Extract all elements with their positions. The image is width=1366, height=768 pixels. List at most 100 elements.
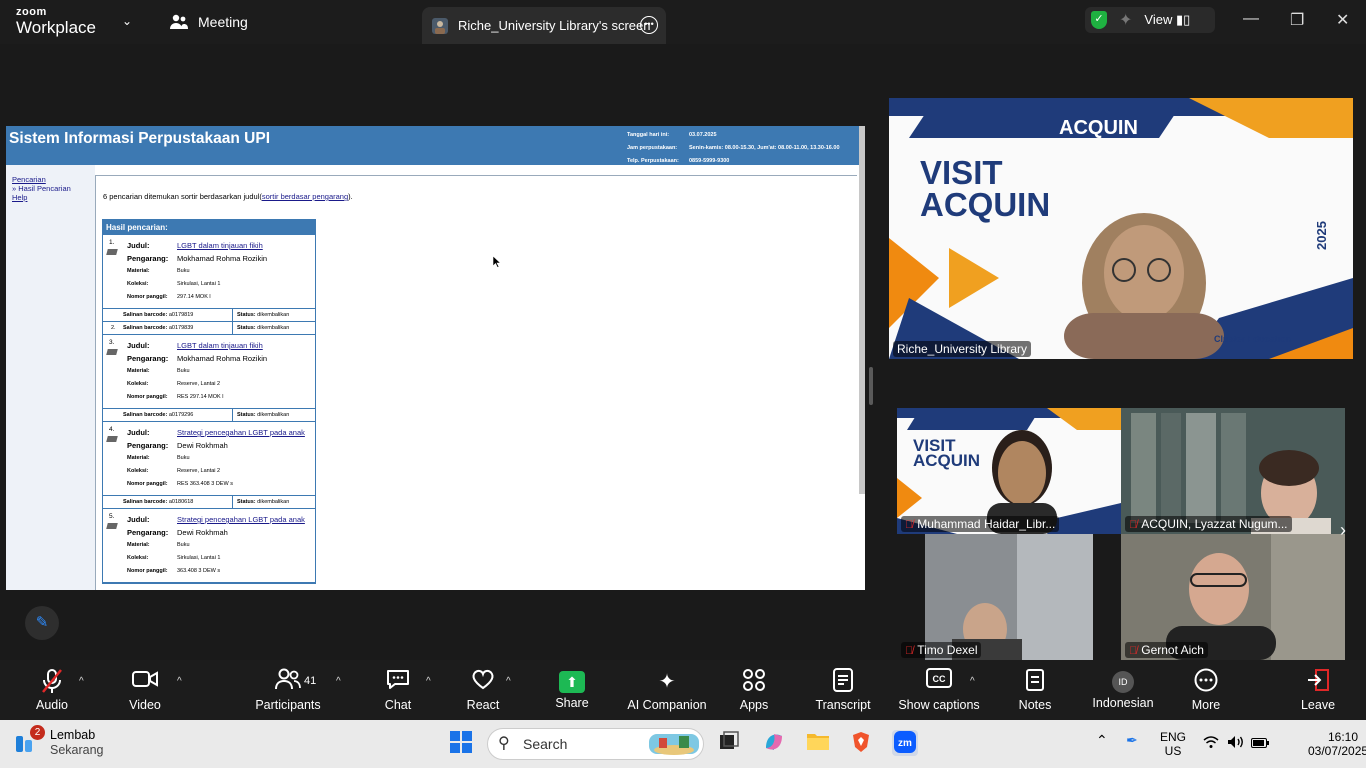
copy-row: Salinan barcode: a0180618 Status: dikemba… — [103, 496, 315, 509]
camera-icon — [124, 668, 166, 696]
ai-sparkle-icon[interactable]: ✦ — [1119, 10, 1132, 30]
results-summary: 6 pencarian ditemukan sortir berdasarkan… — [103, 192, 353, 201]
meeting-tab-label: Meeting — [198, 14, 248, 30]
brand-workplace: Workplace — [16, 18, 96, 37]
label-nomor: Nomor panggil: — [127, 481, 168, 487]
more-button[interactable]: More — [1188, 668, 1224, 712]
input-language-indicator[interactable]: ENG US — [1160, 730, 1186, 758]
pen-menu-icon[interactable]: ✒ — [1126, 733, 1138, 747]
more-options-icon[interactable]: ••• — [640, 16, 658, 34]
language-badge: ID — [1112, 671, 1134, 693]
participant-video-tile[interactable]: 🎙̸ ACQUIN, Lyazzat Nugum... — [1121, 408, 1345, 534]
share-button[interactable]: ⬆ Share — [552, 668, 592, 710]
chat-label: Chat — [384, 698, 412, 712]
audio-button[interactable]: Audio — [30, 668, 74, 712]
speaker-video-tile[interactable]: VISIT ACQUIN ACQUIN 2025 Cluster Educati… — [889, 98, 1353, 359]
notes-button[interactable]: Notes — [1016, 668, 1054, 712]
result-record: 3. Judul: LGBT dalam tinjauan fikih Penga… — [103, 335, 315, 409]
label-status: Status: — [237, 412, 256, 418]
sort-by-author-link[interactable]: sortir berdasar pengarang — [262, 192, 348, 201]
closed-captions-icon: CC — [898, 668, 980, 696]
participant-name-tag: 🎙̸ Timo Dexel — [901, 642, 982, 658]
participant-video-tile[interactable]: 🎙̸ Timo Dexel — [897, 534, 1121, 660]
encryption-shield-icon[interactable]: ✓ — [1091, 11, 1107, 29]
label-material: Material: — [127, 368, 150, 374]
record-title-link[interactable]: Strategi pencegahan LGBT pada anak — [177, 515, 305, 524]
react-options-caret-icon[interactable]: ^ — [506, 676, 511, 687]
chat-button[interactable]: Chat — [378, 668, 418, 712]
close-icon[interactable]: ✕ — [1336, 10, 1349, 30]
next-page-chevron-icon[interactable]: › — [1340, 520, 1346, 541]
shared-page-scrollbar[interactable] — [859, 126, 865, 494]
share-arrow-icon: ⬆ — [559, 671, 585, 693]
book-icon — [106, 436, 118, 442]
meeting-tab[interactable]: Meeting — [170, 0, 248, 44]
chat-icon — [378, 668, 418, 696]
clock-time: 16:10 — [1327, 730, 1358, 744]
show-hidden-icons-chevron-icon[interactable]: ⌃ — [1096, 733, 1108, 747]
apps-button[interactable]: Apps — [736, 668, 772, 712]
taskbar-search-box[interactable]: ⚲ Search — [487, 728, 704, 760]
show-captions-label: Show captions — [898, 698, 980, 712]
battery-icon[interactable] — [1251, 737, 1269, 751]
label-material: Material: — [127, 268, 150, 274]
label-material: Material: — [127, 455, 150, 461]
captions-options-caret-icon[interactable]: ^ — [970, 676, 975, 687]
wifi-icon[interactable] — [1203, 735, 1219, 752]
volume-icon[interactable] — [1227, 735, 1245, 752]
leave-button[interactable]: Leave — [1300, 668, 1336, 712]
participant-video-tile[interactable]: 🎙̸ Gernot Aich — [1121, 534, 1345, 660]
language-label: Indonesian — [1092, 696, 1154, 710]
panel-resize-handle[interactable] — [869, 367, 873, 405]
notes-label: Notes — [1018, 698, 1052, 712]
windows-start-icon[interactable] — [448, 730, 474, 756]
shared-screen-tab[interactable]: Riche_University Library's screen ••• — [422, 7, 666, 44]
transcript-button[interactable]: Transcript — [814, 668, 872, 712]
input-region: US — [1164, 744, 1182, 758]
language-interpretation-button[interactable]: ID Indonesian — [1092, 668, 1154, 710]
video-button[interactable]: Video — [124, 668, 166, 712]
copilot-icon[interactable] — [761, 730, 787, 756]
chat-options-caret-icon[interactable]: ^ — [426, 676, 431, 687]
nav-link-help[interactable]: Help — [12, 193, 27, 202]
record-title-link[interactable]: Strategi pencegahan LGBT pada anak — [177, 428, 305, 437]
nav-link-search[interactable]: Pencarian — [12, 175, 46, 184]
label-judul: Judul: — [127, 515, 150, 524]
brave-browser-icon[interactable] — [848, 730, 874, 756]
react-button[interactable]: React — [463, 668, 503, 712]
participants-options-caret-icon[interactable]: ^ — [336, 676, 341, 687]
people-icon — [170, 14, 188, 29]
view-controls: ✓ ✦ View ▮▯ — [1085, 7, 1215, 33]
annotate-pencil-icon[interactable]: ✎ — [25, 606, 59, 640]
file-explorer-icon[interactable] — [805, 730, 831, 756]
result-record: 5. Judul: Strategi pencegahan LGBT pada a… — [103, 509, 315, 583]
poster-title-visit: VISIT — [920, 154, 1003, 191]
zoom-workplace-logo[interactable]: zoom Workplace — [16, 6, 96, 37]
participant-video-tile[interactable]: VISIT ACQUIN 🎙̸ Muhammad Haidar_Libr... — [897, 408, 1121, 534]
record-title-link[interactable]: LGBT dalam tinjauan fikih — [177, 341, 263, 350]
minimize-icon[interactable]: — — [1243, 10, 1259, 28]
restore-icon[interactable]: ❐ — [1290, 10, 1304, 30]
video-options-caret-icon[interactable]: ^ — [177, 676, 182, 687]
label-koleksi: Koleksi: — [127, 555, 149, 561]
shared-screen-content[interactable]: Sistem Informasi Perpustakaan UPI Tangga… — [6, 126, 865, 590]
audio-options-caret-icon[interactable]: ^ — [79, 676, 84, 687]
ai-companion-button[interactable]: ✦ AI Companion — [627, 668, 707, 712]
chevron-down-icon[interactable]: ⌄ — [122, 14, 132, 28]
results-table: Hasil pencarian: 1. Judul: LGBT dalam tin… — [102, 219, 316, 584]
clock[interactable]: 16:10 03/07/2025 — [1308, 730, 1366, 758]
more-icon — [1188, 668, 1224, 696]
zoom-taskbar-icon[interactable]: zm — [892, 730, 918, 756]
copy-status: dikembalikan — [257, 412, 290, 418]
record-title-link[interactable]: LGBT dalam tinjauan fikih — [177, 241, 263, 250]
label-status: Status: — [237, 325, 256, 331]
result-record: 1. Judul: LGBT dalam tinjauan fikih Penga… — [103, 235, 315, 309]
info-value: 0859-5999-9300 — [689, 158, 730, 164]
label-nomor: Nomor panggil: — [127, 568, 168, 574]
brand-zoom: zoom — [16, 6, 47, 18]
view-button[interactable]: View ▮▯ — [1144, 12, 1190, 28]
shared-screen-tab-label: Riche_University Library's screen — [458, 18, 651, 33]
heart-icon — [463, 668, 503, 696]
show-captions-button[interactable]: CC Show captions — [898, 668, 980, 712]
task-view-icon[interactable] — [716, 730, 742, 756]
